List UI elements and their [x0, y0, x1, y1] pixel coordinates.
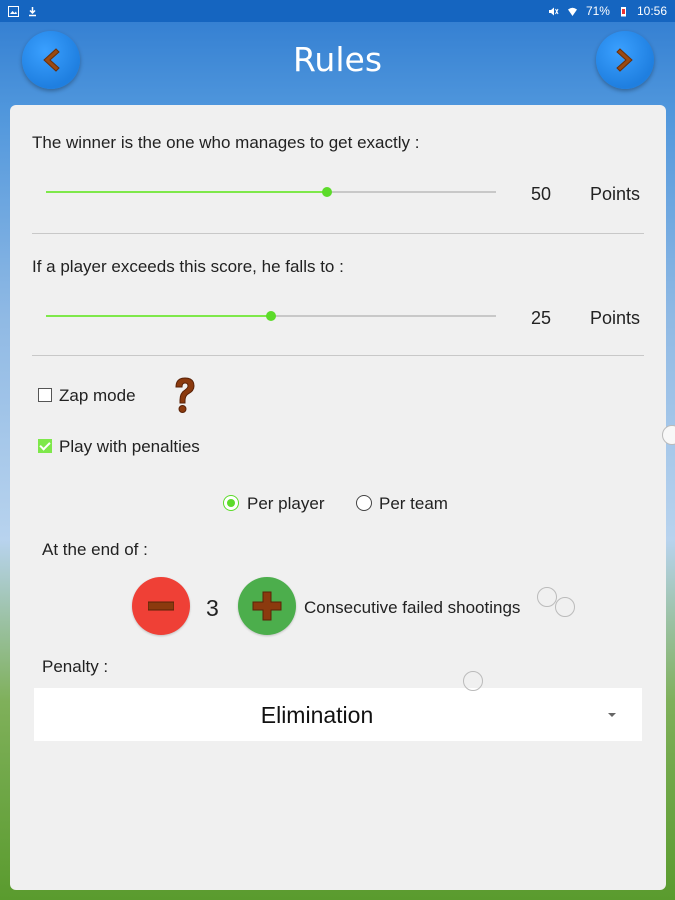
penalties-label[interactable]: Play with penalties	[59, 437, 200, 457]
end-of-label: At the end of :	[42, 540, 148, 559]
mute-icon	[548, 7, 559, 15]
edge-circle	[662, 425, 675, 445]
battery-percent: 71%	[585, 4, 610, 18]
download-icon	[29, 6, 36, 16]
exceed-slider-thumb[interactable]	[266, 311, 276, 321]
status-bar: 71% 10:56	[0, 0, 675, 22]
divider	[32, 355, 644, 356]
wifi-icon	[567, 7, 577, 16]
increment-button[interactable]	[238, 577, 296, 635]
image-icon	[8, 5, 19, 17]
next-button[interactable]	[596, 31, 654, 89]
winner-value: 50	[530, 184, 552, 204]
faint-circle	[537, 587, 557, 607]
battery-icon	[620, 6, 626, 16]
penalties-checkbox[interactable]	[38, 439, 52, 453]
exceed-slider[interactable]	[46, 311, 496, 321]
zap-mode-checkbox[interactable]	[38, 388, 52, 402]
exceed-unit: Points	[590, 308, 641, 328]
dropdown-arrow-icon	[608, 713, 616, 717]
per-team-radio[interactable]	[356, 495, 372, 511]
plus-icon	[252, 591, 282, 621]
clock: 10:56	[636, 4, 667, 18]
exceed-slider-fill	[46, 315, 271, 317]
per-team-label[interactable]: Per team	[379, 494, 448, 514]
exceed-value: 25	[530, 308, 552, 328]
faint-circle	[555, 597, 575, 617]
page-title: Rules	[292, 40, 383, 79]
minus-icon	[148, 601, 174, 611]
winner-slider-thumb[interactable]	[322, 187, 333, 197]
penalty-selected-value: Elimination	[260, 702, 374, 728]
winner-slider-fill	[46, 191, 328, 193]
winner-unit: Points	[590, 184, 641, 204]
exceed-label: If a player exceeds this score, he falls…	[32, 257, 344, 276]
penalty-dropdown[interactable]: Elimination	[34, 688, 642, 741]
decrement-button[interactable]	[132, 577, 190, 635]
failed-shootings-description: Consecutive failed shootings	[304, 598, 521, 617]
zap-mode-label[interactable]: Zap mode	[59, 386, 136, 406]
per-player-label[interactable]: Per player	[247, 494, 324, 514]
faint-circle	[463, 671, 483, 691]
header: Rules	[0, 22, 675, 102]
per-player-radio[interactable]	[223, 495, 239, 511]
divider	[32, 233, 644, 234]
question-mark-icon[interactable]	[170, 375, 200, 415]
winner-slider[interactable]	[46, 187, 496, 197]
penalty-label: Penalty :	[42, 657, 109, 676]
rules-card: The winner is the one who manages to get…	[10, 105, 666, 890]
winner-label: The winner is the one who manages to get…	[32, 133, 420, 152]
chevron-right-icon	[616, 48, 633, 72]
failed-shootings-count: 3	[206, 595, 219, 621]
